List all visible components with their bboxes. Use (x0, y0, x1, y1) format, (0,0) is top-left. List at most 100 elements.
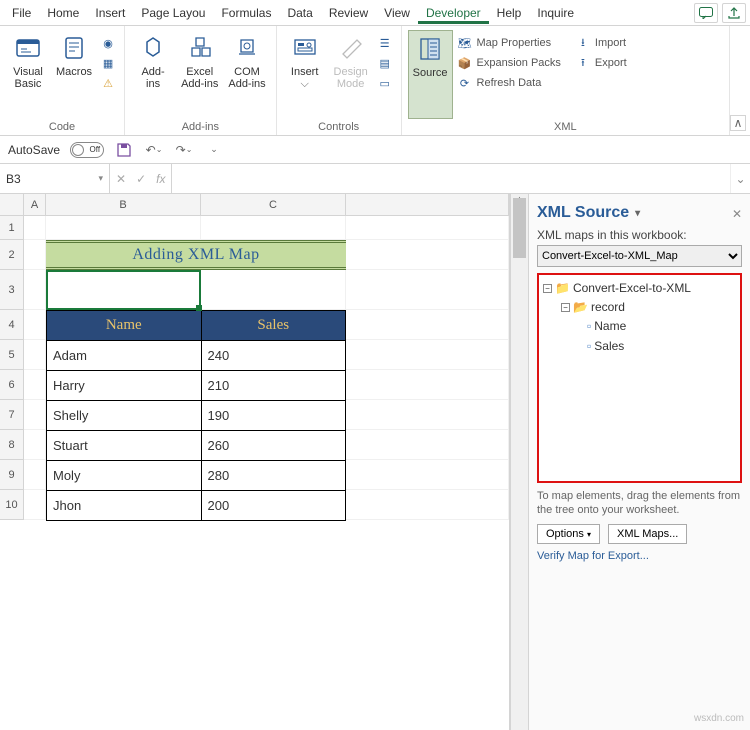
verify-map-link[interactable]: Verify Map for Export... (537, 550, 742, 562)
redo-button[interactable]: ↷⌄ (174, 140, 194, 160)
menu-file[interactable]: File (4, 2, 39, 24)
refresh-data-button[interactable]: ⟳Refresh Data (455, 74, 563, 92)
col-header-c[interactable]: C (201, 194, 346, 216)
options-button[interactable]: Options ▾ (537, 524, 600, 544)
table-row[interactable]: Moly280 (47, 461, 346, 491)
undo-button[interactable]: ↶⌄ (144, 140, 164, 160)
col-header-b[interactable]: B (46, 194, 201, 216)
row-header[interactable]: 4 (0, 310, 24, 340)
expand-formula-bar[interactable]: ⌄ (730, 164, 750, 193)
table-row[interactable]: Harry210 (47, 371, 346, 401)
row-header[interactable]: 5 (0, 340, 24, 370)
record-macro-button[interactable]: ◉ (98, 34, 118, 52)
use-relative-button[interactable]: ▦ (98, 54, 118, 72)
excel-addins-label: Excel Add-ins (181, 66, 218, 90)
insert-control-icon (289, 32, 321, 64)
macro-security-icon: ⚠ (100, 75, 116, 91)
chevron-down-icon[interactable]: ▾ (635, 208, 640, 219)
properties-button[interactable]: ☰ (375, 34, 395, 52)
com-addins-icon (231, 32, 263, 64)
row-header[interactable]: 8 (0, 430, 24, 460)
row-header[interactable]: 2 (0, 240, 24, 270)
table-row[interactable]: Adam240 (47, 341, 346, 371)
refresh-icon: ⟳ (457, 75, 473, 91)
menu-inquire[interactable]: Inquire (529, 2, 582, 24)
row-header[interactable]: 1 (0, 216, 24, 240)
macros-button[interactable]: Macros (52, 30, 96, 119)
save-icon[interactable] (114, 140, 134, 160)
row-header[interactable]: 6 (0, 370, 24, 400)
row-header[interactable]: 9 (0, 460, 24, 490)
tree-root[interactable]: Convert-Excel-to-XML (573, 279, 691, 298)
expansion-packs-button[interactable]: 📦Expansion Packs (455, 54, 563, 72)
xml-map-select[interactable]: Convert-Excel-to-XML_Map (537, 245, 742, 267)
tree-leaf[interactable]: Name (594, 317, 626, 336)
qat-dropdown[interactable]: ⌄ (204, 140, 224, 160)
group-label-xml: XML (408, 119, 723, 135)
run-dialog-button[interactable]: ▭ (375, 74, 395, 92)
menu-help[interactable]: Help (489, 2, 530, 24)
properties-icon: ☰ (377, 35, 393, 51)
autosave-toggle[interactable]: Off (70, 142, 104, 158)
excel-addins-icon (184, 32, 216, 64)
table-row[interactable]: Stuart260 (47, 431, 346, 461)
tree-leaf[interactable]: Sales (594, 337, 624, 356)
name-box-value: B3 (6, 172, 21, 186)
row-header[interactable]: 10 (0, 490, 24, 520)
visual-basic-button[interactable]: Visual Basic (6, 30, 50, 119)
view-code-button[interactable]: ▤ (375, 54, 395, 72)
macros-label: Macros (56, 66, 92, 78)
formula-input[interactable] (172, 164, 730, 193)
collapse-ribbon-button[interactable]: ∧ (730, 115, 746, 131)
addins-button[interactable]: Add- ins (131, 30, 175, 119)
cancel-formula-icon[interactable]: ✕ (116, 172, 126, 186)
sheet-title-banner: Adding XML Map (46, 240, 346, 270)
menu-home[interactable]: Home (39, 2, 87, 24)
formula-buttons: ✕ ✓ fx (110, 164, 172, 193)
insert-control-button[interactable]: Insert ⌵ (283, 30, 327, 119)
vertical-scrollbar[interactable]: ▲ (510, 194, 528, 730)
enter-formula-icon[interactable]: ✓ (136, 172, 146, 186)
select-all-corner[interactable] (0, 194, 24, 216)
xml-source-button[interactable]: Source (408, 30, 453, 119)
design-mode-button[interactable]: Design Mode (329, 30, 373, 119)
group-label-controls: Controls (283, 119, 395, 135)
xml-source-pane: XML Source▾ ✕ XML maps in this workbook:… (528, 194, 750, 730)
macros-icon (58, 32, 90, 64)
excel-addins-button[interactable]: Excel Add-ins (177, 30, 222, 119)
xml-source-label: Source (413, 67, 448, 79)
table-row[interactable]: Jhon200 (47, 491, 346, 521)
col-header-rest[interactable] (346, 194, 509, 216)
menu-formulas[interactable]: Formulas (213, 2, 279, 24)
worksheet[interactable]: A B C 1 2 3 4 5 6 7 8 9 10 (0, 194, 510, 730)
col-header-a[interactable]: A (24, 194, 46, 216)
menu-data[interactable]: Data (279, 2, 320, 24)
xml-export-button[interactable]: ⭱Export (573, 54, 629, 72)
menu-review[interactable]: Review (321, 2, 376, 24)
collapse-icon[interactable]: − (543, 284, 552, 293)
menu-developer[interactable]: Developer (418, 2, 489, 24)
close-icon[interactable]: ✕ (732, 207, 742, 221)
table-row[interactable]: Shelly190 (47, 401, 346, 431)
tree-record[interactable]: record (591, 298, 625, 317)
watermark: wsxdn.com (694, 713, 744, 724)
macro-security-button[interactable]: ⚠ (98, 74, 118, 92)
insert-function-icon[interactable]: fx (156, 172, 165, 186)
comments-icon[interactable] (694, 3, 718, 23)
collapse-icon[interactable]: − (561, 303, 570, 312)
com-addins-button[interactable]: COM Add-ins (224, 30, 269, 119)
menu-view[interactable]: View (376, 2, 418, 24)
map-properties-button[interactable]: 🗺Map Properties (455, 34, 563, 52)
menu-insert[interactable]: Insert (87, 2, 133, 24)
name-box[interactable]: B3 ▾ (0, 164, 110, 193)
row-header[interactable]: 3 (0, 270, 24, 310)
scroll-thumb[interactable] (513, 198, 526, 258)
row-header[interactable]: 7 (0, 400, 24, 430)
share-icon[interactable] (722, 3, 746, 23)
chevron-down-icon: ▾ (98, 173, 103, 184)
xml-tree[interactable]: − 📁 Convert-Excel-to-XML − 📂 record ▫ Na… (537, 273, 742, 483)
xml-maps-button[interactable]: XML Maps... (608, 524, 687, 544)
xml-import-button[interactable]: ⭳Import (573, 34, 629, 52)
export-icon: ⭱ (575, 55, 591, 71)
menu-pagelayout[interactable]: Page Layou (133, 2, 213, 24)
